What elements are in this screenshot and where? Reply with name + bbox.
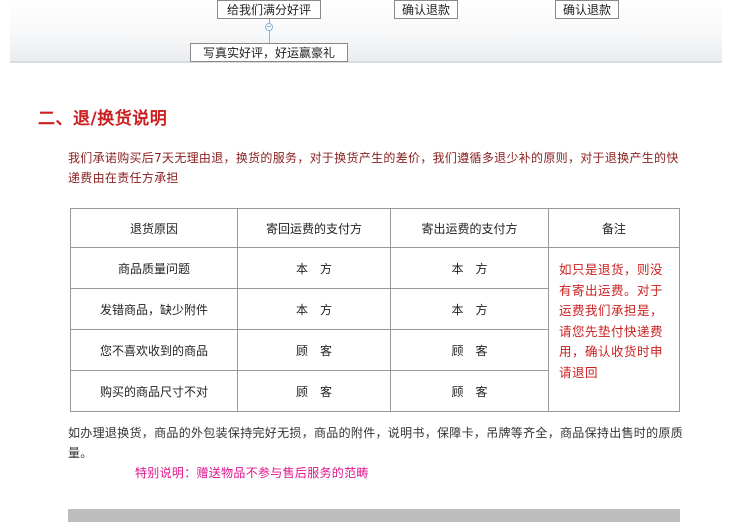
flow-step-rate: 给我们满分好评 xyxy=(217,0,321,19)
row-reason: 发错商品，缺少附件 xyxy=(70,288,238,330)
row-return-payer: 顾客 xyxy=(237,329,391,371)
flow-chart-band-edge xyxy=(10,61,722,63)
row-reason: 购买的商品尺寸不对 xyxy=(70,370,238,412)
row-send-payer: 本方 xyxy=(390,288,549,330)
special-note: 特别说明：赠送物品不参与售后服务的范畴 xyxy=(135,466,369,480)
return-condition-paragraph: 如办理退换货，商品的外包装保持完好无损，商品的附件，说明书，保障卡，吊牌等齐全，… xyxy=(68,426,684,460)
header-remarks: 备注 xyxy=(548,208,680,248)
row-send-payer: 本方 xyxy=(390,247,549,289)
flow-step-confirm-refund: 确认退款 xyxy=(394,0,458,19)
row-return-payer: 本方 xyxy=(237,247,391,289)
flow-step-confirm-refund: 确认退款 xyxy=(555,0,619,19)
remarks-note: 如只是退货，则没有寄出运费。对于运费我们承担是，请您先垫付快递费用，确认收货时申… xyxy=(548,247,680,412)
flow-step-review: 写真实好评，好运赢豪礼 xyxy=(190,43,348,62)
return-policy-table: 退货原因 寄回运费的支付方 寄出运费的支付方 备注 商品质量问题 本方 本方 如… xyxy=(70,208,680,412)
row-reason: 商品质量问题 xyxy=(70,247,238,289)
header-return-shipping-payer: 寄回运费的支付方 xyxy=(237,208,391,248)
header-return-reason: 退货原因 xyxy=(70,208,238,248)
bottom-divider-bar xyxy=(68,509,680,522)
row-return-payer: 顾客 xyxy=(237,370,391,412)
row-send-payer: 顾客 xyxy=(390,370,549,412)
row-send-payer: 顾客 xyxy=(390,329,549,371)
flow-node-icon xyxy=(265,23,273,31)
header-send-shipping-payer: 寄出运费的支付方 xyxy=(390,208,549,248)
intro-paragraph: 我们承诺购买后7天无理由退，换货的服务，对于换货产生的差价，我们遵循多退少补的原… xyxy=(68,151,679,185)
table-header-row: 退货原因 寄回运费的支付方 寄出运费的支付方 备注 xyxy=(70,208,680,248)
table-row: 商品质量问题 本方 本方 如只是退货，则没有寄出运费。对于运费我们承担是，请您先… xyxy=(70,247,680,412)
row-reason: 您不喜欢收到的商品 xyxy=(70,329,238,371)
row-return-payer: 本方 xyxy=(237,288,391,330)
section-title: 二、退/换货说明 xyxy=(38,109,168,129)
